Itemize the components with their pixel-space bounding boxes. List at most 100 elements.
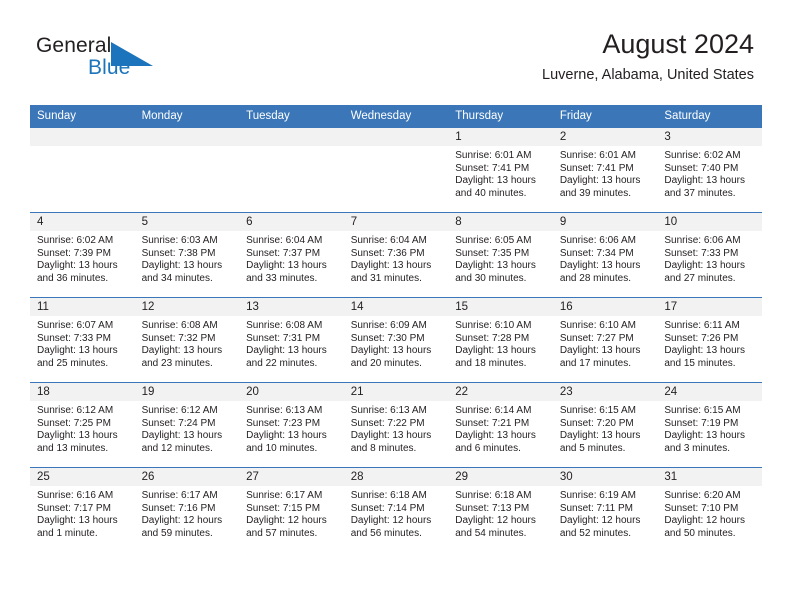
brand-logo[interactable]: General Blue: [36, 33, 236, 89]
day-cell-details: Sunrise: 6:13 AM Sunset: 7:22 PM Daylight:…: [344, 401, 449, 455]
day-cell-inner: 17 Sunrise: 6:11 AM Sunset: 7:26 PM Dayligh…: [657, 298, 762, 382]
day-cell-inner: 28 Sunrise: 6:18 AM Sunset: 7:14 PM Dayligh…: [343, 468, 449, 552]
daylight-duration-line2: and 52 minutes.: [559, 527, 631, 539]
daylight-duration-line1: Daylight: 13 hours: [455, 260, 536, 272]
daylight-duration-line1: Daylight: 13 hours: [559, 345, 641, 357]
calendar-day-cell[interactable]: 16 Sunrise: 6:10 AM Sunset: 7:27 PM Dayligh…: [552, 297, 658, 383]
calendar-day-cell[interactable]: 3 Sunrise: 6:02 AM Sunset: 7:40 PM Daylight…: [657, 127, 762, 213]
sunrise-time: Sunrise: 6:10 AM: [455, 320, 532, 331]
day-number: 11: [30, 298, 135, 316]
sunset-time: Sunset: 7:14 PM: [350, 502, 425, 514]
sunrise-time: Sunrise: 6:11 AM: [664, 320, 740, 331]
calendar-day-cell[interactable]: 24 Sunrise: 6:15 AM Sunset: 7:19 PM Dayligh…: [657, 382, 762, 468]
day-cell-details: Sunrise: 6:02 AM Sunset: 7:40 PM Daylight:…: [657, 146, 762, 200]
day-cell-details: Sunrise: 6:05 AM Sunset: 7:35 PM Daylight:…: [448, 231, 553, 285]
sunset-time: Sunset: 7:24 PM: [141, 417, 216, 429]
page-title: August 2024: [602, 29, 754, 59]
sunset-time: Sunset: 7:32 PM: [141, 332, 216, 344]
day-cell-details: Sunrise: 6:01 AM Sunset: 7:41 PM Daylight:…: [448, 146, 553, 200]
calendar-day-cell[interactable]: 30 Sunrise: 6:19 AM Sunset: 7:11 PM Dayligh…: [552, 467, 658, 552]
calendar-day-cell[interactable]: 15 Sunrise: 6:10 AM Sunset: 7:28 PM Dayligh…: [448, 297, 553, 383]
sunrise-time: Sunrise: 6:06 AM: [664, 235, 741, 246]
weekday-header-wednesday: Wednesday: [343, 105, 449, 128]
day-cell-inner: 16 Sunrise: 6:10 AM Sunset: 7:27 PM Dayligh…: [552, 298, 658, 382]
day-cell-inner: 6 Sunrise: 6:04 AM Sunset: 7:37 PM Daylight…: [239, 213, 344, 297]
daylight-duration-line2: and 54 minutes.: [455, 527, 527, 539]
daylight-duration-line2: and 6 minutes.: [455, 442, 521, 454]
calendar-day-cell-empty: [134, 127, 240, 213]
day-cell-inner: 30 Sunrise: 6:19 AM Sunset: 7:11 PM Dayligh…: [552, 468, 658, 552]
day-cell-details: Sunrise: 6:12 AM Sunset: 7:24 PM Daylight:…: [135, 401, 240, 455]
calendar-day-cell[interactable]: 11 Sunrise: 6:07 AM Sunset: 7:33 PM Dayligh…: [30, 297, 135, 383]
day-number: 28: [343, 468, 449, 486]
calendar-day-cell[interactable]: 6 Sunrise: 6:04 AM Sunset: 7:37 PM Daylight…: [239, 212, 344, 298]
sunset-time: Sunset: 7:41 PM: [455, 162, 530, 174]
calendar-day-cell[interactable]: 8 Sunrise: 6:05 AM Sunset: 7:35 PM Daylight…: [448, 212, 553, 298]
calendar-day-cell[interactable]: 1 Sunrise: 6:01 AM Sunset: 7:41 PM Daylight…: [448, 127, 553, 213]
sunrise-time: Sunrise: 6:15 AM: [664, 405, 741, 416]
day-cell-details: Sunrise: 6:19 AM Sunset: 7:11 PM Daylight:…: [553, 486, 658, 540]
day-number: 26: [134, 468, 240, 486]
calendar-day-cell[interactable]: 10 Sunrise: 6:06 AM Sunset: 7:33 PM Dayligh…: [657, 212, 762, 298]
sunrise-time: Sunrise: 6:12 AM: [37, 405, 114, 416]
calendar-day-cell[interactable]: 29 Sunrise: 6:18 AM Sunset: 7:13 PM Dayligh…: [448, 467, 553, 552]
calendar-header-row: Sunday Monday Tuesday Wednesday Thursday…: [30, 105, 762, 128]
calendar-day-cell[interactable]: 18 Sunrise: 6:12 AM Sunset: 7:25 PM Dayligh…: [30, 382, 135, 468]
calendar-week-row: 1 Sunrise: 6:01 AM Sunset: 7:41 PM Daylight…: [30, 127, 762, 213]
calendar-day-cell[interactable]: 9 Sunrise: 6:06 AM Sunset: 7:34 PM Daylight…: [552, 212, 658, 298]
calendar-day-cell[interactable]: 31 Sunrise: 6:20 AM Sunset: 7:10 PM Dayligh…: [657, 467, 762, 552]
calendar-day-cell[interactable]: 7 Sunrise: 6:04 AM Sunset: 7:36 PM Daylight…: [343, 212, 449, 298]
daylight-duration-line2: and 40 minutes.: [455, 187, 527, 199]
sunset-time: Sunset: 7:31 PM: [246, 332, 321, 344]
daylight-duration-line2: and 28 minutes.: [559, 272, 631, 284]
daylight-duration-line1: Daylight: 13 hours: [246, 345, 327, 357]
calendar-day-cell[interactable]: 21 Sunrise: 6:13 AM Sunset: 7:22 PM Dayligh…: [343, 382, 449, 468]
day-cell-details: Sunrise: 6:18 AM Sunset: 7:13 PM Daylight:…: [448, 486, 553, 540]
day-number: 23: [552, 383, 658, 401]
calendar-day-cell[interactable]: 5 Sunrise: 6:03 AM Sunset: 7:38 PM Daylight…: [134, 212, 240, 298]
day-cell-inner: 26 Sunrise: 6:17 AM Sunset: 7:16 PM Dayligh…: [134, 468, 240, 552]
sunset-time: Sunset: 7:20 PM: [559, 417, 634, 429]
daylight-duration-line1: Daylight: 12 hours: [455, 515, 536, 527]
daylight-duration-line1: Daylight: 13 hours: [559, 430, 641, 442]
day-cell-inner: 9 Sunrise: 6:06 AM Sunset: 7:34 PM Daylight…: [552, 213, 658, 297]
calendar-body: 1 Sunrise: 6:01 AM Sunset: 7:41 PM Daylight…: [30, 127, 762, 552]
day-cell-inner: 27 Sunrise: 6:17 AM Sunset: 7:15 PM Dayligh…: [239, 468, 344, 552]
daylight-duration-line1: Daylight: 13 hours: [455, 175, 536, 187]
daylight-duration-line2: and 39 minutes.: [559, 187, 631, 199]
calendar-week-row: 11 Sunrise: 6:07 AM Sunset: 7:33 PM Dayligh…: [30, 297, 762, 383]
day-number: 6: [239, 213, 344, 231]
day-number: 22: [448, 383, 553, 401]
sunrise-time: Sunrise: 6:19 AM: [559, 490, 636, 501]
daylight-duration-line2: and 20 minutes.: [350, 357, 422, 369]
calendar-day-cell[interactable]: 19 Sunrise: 6:12 AM Sunset: 7:24 PM Dayligh…: [134, 382, 240, 468]
day-cell-inner: 18 Sunrise: 6:12 AM Sunset: 7:25 PM Dayligh…: [30, 383, 135, 467]
day-cell-details: Sunrise: 6:03 AM Sunset: 7:38 PM Daylight:…: [135, 231, 240, 285]
calendar-day-cell[interactable]: 27 Sunrise: 6:17 AM Sunset: 7:15 PM Dayligh…: [239, 467, 344, 552]
calendar-day-cell[interactable]: 17 Sunrise: 6:11 AM Sunset: 7:26 PM Dayligh…: [657, 297, 762, 383]
day-number: 1: [448, 128, 553, 146]
calendar-day-cell[interactable]: 26 Sunrise: 6:17 AM Sunset: 7:16 PM Dayligh…: [134, 467, 240, 552]
calendar-day-cell[interactable]: 28 Sunrise: 6:18 AM Sunset: 7:14 PM Dayligh…: [343, 467, 449, 552]
calendar-day-cell[interactable]: 22 Sunrise: 6:14 AM Sunset: 7:21 PM Dayligh…: [448, 382, 553, 468]
calendar-day-cell[interactable]: 13 Sunrise: 6:08 AM Sunset: 7:31 PM Dayligh…: [239, 297, 344, 383]
sunset-time: Sunset: 7:10 PM: [664, 502, 739, 514]
sunset-time: Sunset: 7:23 PM: [246, 417, 321, 429]
day-cell-details: Sunrise: 6:15 AM Sunset: 7:20 PM Daylight:…: [553, 401, 658, 455]
sunset-time: Sunset: 7:39 PM: [37, 247, 111, 259]
daylight-duration-line1: Daylight: 13 hours: [37, 430, 118, 442]
calendar-day-cell[interactable]: 2 Sunrise: 6:01 AM Sunset: 7:41 PM Daylight…: [552, 127, 658, 213]
calendar-day-cell[interactable]: 25 Sunrise: 6:16 AM Sunset: 7:17 PM Dayligh…: [30, 467, 135, 552]
daylight-duration-line1: Daylight: 13 hours: [664, 345, 745, 357]
sunrise-time: Sunrise: 6:07 AM: [37, 320, 114, 331]
daylight-duration-line1: Daylight: 13 hours: [664, 430, 745, 442]
calendar-day-cell[interactable]: 20 Sunrise: 6:13 AM Sunset: 7:23 PM Dayligh…: [239, 382, 344, 468]
day-cell-inner: 10 Sunrise: 6:06 AM Sunset: 7:33 PM Dayligh…: [657, 213, 762, 297]
sunrise-time: Sunrise: 6:05 AM: [455, 235, 532, 246]
day-cell-inner: 11 Sunrise: 6:07 AM Sunset: 7:33 PM Dayligh…: [30, 298, 135, 382]
calendar-day-cell[interactable]: 4 Sunrise: 6:02 AM Sunset: 7:39 PM Daylight…: [30, 212, 135, 298]
calendar-day-cell[interactable]: 12 Sunrise: 6:08 AM Sunset: 7:32 PM Dayligh…: [134, 297, 240, 383]
day-number: [30, 128, 135, 146]
calendar-day-cell[interactable]: 23 Sunrise: 6:15 AM Sunset: 7:20 PM Dayligh…: [552, 382, 658, 468]
calendar-day-cell[interactable]: 14 Sunrise: 6:09 AM Sunset: 7:30 PM Dayligh…: [343, 297, 449, 383]
